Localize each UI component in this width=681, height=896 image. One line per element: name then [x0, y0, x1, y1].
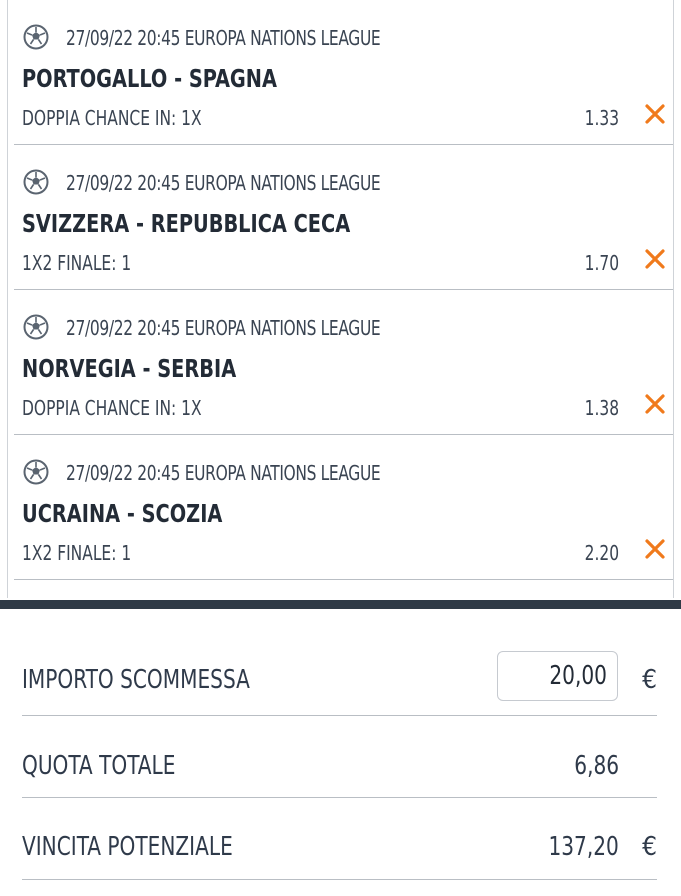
stake-currency: €: [642, 665, 657, 695]
close-x-icon[interactable]: [643, 247, 667, 271]
event-info: 27/09/22 20:45 EUROPA NATIONS LEAGUE: [66, 316, 381, 340]
bet-summary: IMPORTO SCOMMESSA 20,00 € QUOTA TOTALE 6…: [0, 609, 681, 880]
market-selection: 1X2 FINALE: 1: [22, 541, 132, 565]
total-odds-value: 6,86: [574, 751, 619, 781]
potential-win-row: VINCITA POTENZIALE 137,20 €: [0, 798, 681, 880]
stake-row: IMPORTO SCOMMESSA 20,00 €: [0, 609, 681, 716]
soccer-ball-icon: [23, 314, 49, 340]
market-selection: DOPPIA CHANCE IN: 1X: [22, 106, 202, 130]
bet-slip-list: 27/09/22 20:45 EUROPA NATIONS LEAGUE POR…: [0, 0, 681, 580]
stake-input-value: 20,00: [549, 661, 607, 691]
separator: [22, 879, 657, 880]
stake-label: IMPORTO SCOMMESSA: [22, 665, 250, 695]
event-info: 27/09/22 20:45 EUROPA NATIONS LEAGUE: [66, 171, 381, 195]
event-info: 27/09/22 20:45 EUROPA NATIONS LEAGUE: [66, 461, 381, 485]
soccer-ball-icon: [23, 169, 49, 195]
total-odds-row: QUOTA TOTALE 6,86: [0, 716, 681, 798]
close-x-icon[interactable]: [643, 392, 667, 416]
soccer-ball-icon: [23, 24, 49, 50]
potential-win-label: VINCITA POTENZIALE: [22, 832, 233, 862]
event-info: 27/09/22 20:45 EUROPA NATIONS LEAGUE: [66, 26, 381, 50]
bet-item: 27/09/22 20:45 EUROPA NATIONS LEAGUE POR…: [0, 0, 681, 145]
match-name: UCRAINA - SCOZIA: [22, 499, 223, 528]
match-name: PORTOGALLO - SPAGNA: [22, 64, 277, 93]
market-selection: 1X2 FINALE: 1: [22, 251, 132, 275]
total-odds-label: QUOTA TOTALE: [22, 751, 176, 781]
odd-value: 2.20: [584, 541, 619, 565]
bet-item: 27/09/22 20:45 EUROPA NATIONS LEAGUE NOR…: [0, 290, 681, 435]
potential-win-value: 137,20: [548, 832, 619, 862]
stake-input[interactable]: 20,00: [497, 651, 618, 701]
odd-value: 1.70: [584, 251, 619, 275]
potential-win-currency: €: [642, 832, 657, 862]
match-name: NORVEGIA - SERBIA: [22, 354, 237, 383]
market-selection: DOPPIA CHANCE IN: 1X: [22, 396, 202, 420]
match-name: SVIZZERA - REPUBBLICA CECA: [22, 209, 351, 238]
close-x-icon[interactable]: [643, 537, 667, 561]
soccer-ball-icon: [23, 459, 49, 485]
bet-item: 27/09/22 20:45 EUROPA NATIONS LEAGUE UCR…: [0, 435, 681, 580]
section-divider: [0, 600, 681, 609]
odd-value: 1.38: [584, 396, 619, 420]
separator: [14, 579, 673, 580]
odd-value: 1.33: [584, 106, 619, 130]
close-x-icon[interactable]: [643, 102, 667, 126]
bet-item: 27/09/22 20:45 EUROPA NATIONS LEAGUE SVI…: [0, 145, 681, 290]
